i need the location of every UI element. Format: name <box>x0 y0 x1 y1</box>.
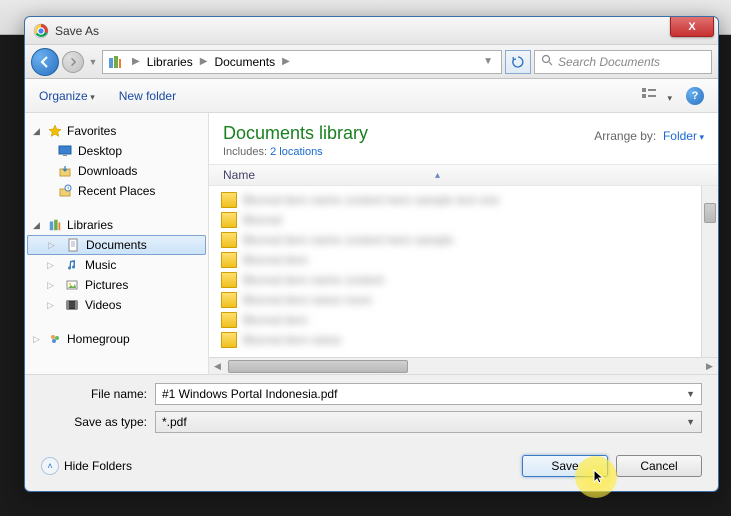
arrange-by[interactable]: Arrange by: Folder <box>594 123 704 143</box>
folder-icon <box>221 312 237 328</box>
form-area: File name: #1 Windows Portal Indonesia.p… <box>25 374 718 443</box>
nav-bar: ▼ ▶ Libraries ▶ Documents ▶ ▼ Search Doc… <box>25 45 718 79</box>
sidebar: ◢ Favorites Desktop Downloads Recent Pla… <box>25 113 209 374</box>
horizontal-scrollbar[interactable]: ◀ ▶ <box>209 357 718 374</box>
filename-input[interactable]: #1 Windows Portal Indonesia.pdf▼ <box>155 383 702 405</box>
folder-icon <box>221 192 237 208</box>
breadcrumb-libraries[interactable]: Libraries <box>145 55 195 69</box>
chevron-right-icon: ▷ <box>48 240 58 251</box>
chevron-right-icon[interactable]: ▶ <box>195 56 213 67</box>
libraries-icon <box>107 53 125 71</box>
folder-icon <box>221 212 237 228</box>
sidebar-item-downloads[interactable]: Downloads <box>25 161 208 181</box>
sort-ascending-icon: ▴ <box>435 170 440 181</box>
sidebar-item-recent[interactable]: Recent Places <box>25 181 208 201</box>
save-button[interactable]: Save <box>522 455 608 477</box>
chevron-right-icon: ▷ <box>47 280 57 291</box>
sidebar-item-music[interactable]: ▷Music <box>25 255 208 275</box>
folder-icon <box>221 292 237 308</box>
homegroup-icon <box>47 331 63 347</box>
chevron-right-icon: ▷ <box>33 334 43 345</box>
hide-folders-button[interactable]: ˄ Hide Folders <box>41 457 132 475</box>
breadcrumb[interactable]: ▶ Libraries ▶ Documents ▶ ▼ <box>102 50 502 74</box>
cancel-button[interactable]: Cancel <box>616 455 702 477</box>
chevron-right-icon: ▷ <box>47 260 57 271</box>
sidebar-item-videos[interactable]: ▷Videos <box>25 295 208 315</box>
list-item[interactable]: Blurred item name content <box>217 270 710 290</box>
type-label: Save as type: <box>41 415 155 429</box>
sidebar-item-desktop[interactable]: Desktop <box>25 141 208 161</box>
nav-history-dropdown[interactable]: ▼ <box>87 51 99 73</box>
refresh-button[interactable] <box>505 50 531 74</box>
chevron-right-icon[interactable]: ▶ <box>127 56 145 67</box>
sidebar-homegroup-header[interactable]: ▷ Homegroup <box>25 329 208 349</box>
star-icon <box>47 123 63 139</box>
scroll-left-button[interactable]: ◀ <box>209 359 226 374</box>
chevron-down-icon: ◢ <box>33 126 43 137</box>
videos-icon <box>64 297 80 313</box>
button-area: ˄ Hide Folders Save Cancel <box>25 443 718 491</box>
chevron-down-icon[interactable]: ▼ <box>686 389 695 399</box>
vertical-scrollbar[interactable] <box>701 186 718 357</box>
new-folder-button[interactable]: New folder <box>119 89 176 103</box>
back-button[interactable] <box>31 48 59 76</box>
list-item[interactable]: Blurred item name more <box>217 290 710 310</box>
breadcrumb-documents[interactable]: Documents <box>212 55 277 69</box>
locations-link[interactable]: 2 locations <box>270 146 323 158</box>
organize-menu[interactable]: Organize <box>39 89 95 103</box>
folder-icon <box>221 232 237 248</box>
music-icon <box>64 257 80 273</box>
forward-button[interactable] <box>62 51 84 73</box>
library-subtitle: Includes: 2 locations <box>223 146 368 158</box>
documents-icon <box>65 237 81 253</box>
list-item[interactable]: Blurred item <box>217 250 710 270</box>
sidebar-item-pictures[interactable]: ▷Pictures <box>25 275 208 295</box>
titlebar: Save As X <box>25 17 718 45</box>
list-item[interactable]: Blurred item name <box>217 330 710 350</box>
view-options-button[interactable] <box>642 87 672 104</box>
folder-icon <box>221 252 237 268</box>
search-input[interactable]: Search Documents <box>534 50 712 74</box>
toolbar: Organize New folder ? <box>25 79 718 113</box>
folder-icon <box>221 272 237 288</box>
type-select[interactable]: *.pdf▼ <box>155 411 702 433</box>
chevron-down-icon[interactable]: ▼ <box>686 417 695 427</box>
sidebar-item-documents[interactable]: ▷Documents <box>27 235 206 255</box>
libraries-icon <box>47 217 63 233</box>
list-item[interactable]: Blurred <box>217 210 710 230</box>
dialog-title: Save As <box>55 24 99 38</box>
chevron-down-icon: ◢ <box>33 220 43 231</box>
close-button[interactable]: X <box>670 17 714 37</box>
content-pane: Documents library Includes: 2 locations … <box>209 113 718 374</box>
sidebar-libraries-header[interactable]: ◢ Libraries <box>25 215 208 235</box>
scroll-right-button[interactable]: ▶ <box>701 359 718 374</box>
chevron-up-icon: ˄ <box>41 457 59 475</box>
help-button[interactable]: ? <box>686 87 704 105</box>
chevron-right-icon[interactable]: ▶ <box>277 56 295 67</box>
list-item[interactable]: Blurred item name content here sample te… <box>217 190 710 210</box>
recent-icon <box>57 183 73 199</box>
search-placeholder: Search Documents <box>558 55 660 69</box>
breadcrumb-dropdown[interactable]: ▼ <box>479 56 497 67</box>
column-header-name[interactable]: Name ▴ <box>209 164 718 186</box>
chevron-right-icon: ▷ <box>47 300 57 311</box>
chrome-icon <box>33 23 49 39</box>
sidebar-favorites-header[interactable]: ◢ Favorites <box>25 121 208 141</box>
file-list[interactable]: Blurred item name content here sample te… <box>209 186 718 357</box>
search-icon <box>541 54 554 70</box>
list-item[interactable]: Blurred item <box>217 310 710 330</box>
library-title: Documents library <box>223 123 368 144</box>
pictures-icon <box>64 277 80 293</box>
list-item[interactable]: Blurred item name content here sample <box>217 230 710 250</box>
save-as-dialog: Save As X ▼ ▶ Libraries ▶ Documents ▶ ▼ <box>24 16 719 492</box>
filename-label: File name: <box>41 387 155 401</box>
folder-icon <box>221 332 237 348</box>
downloads-icon <box>57 163 73 179</box>
desktop-icon <box>57 143 73 159</box>
